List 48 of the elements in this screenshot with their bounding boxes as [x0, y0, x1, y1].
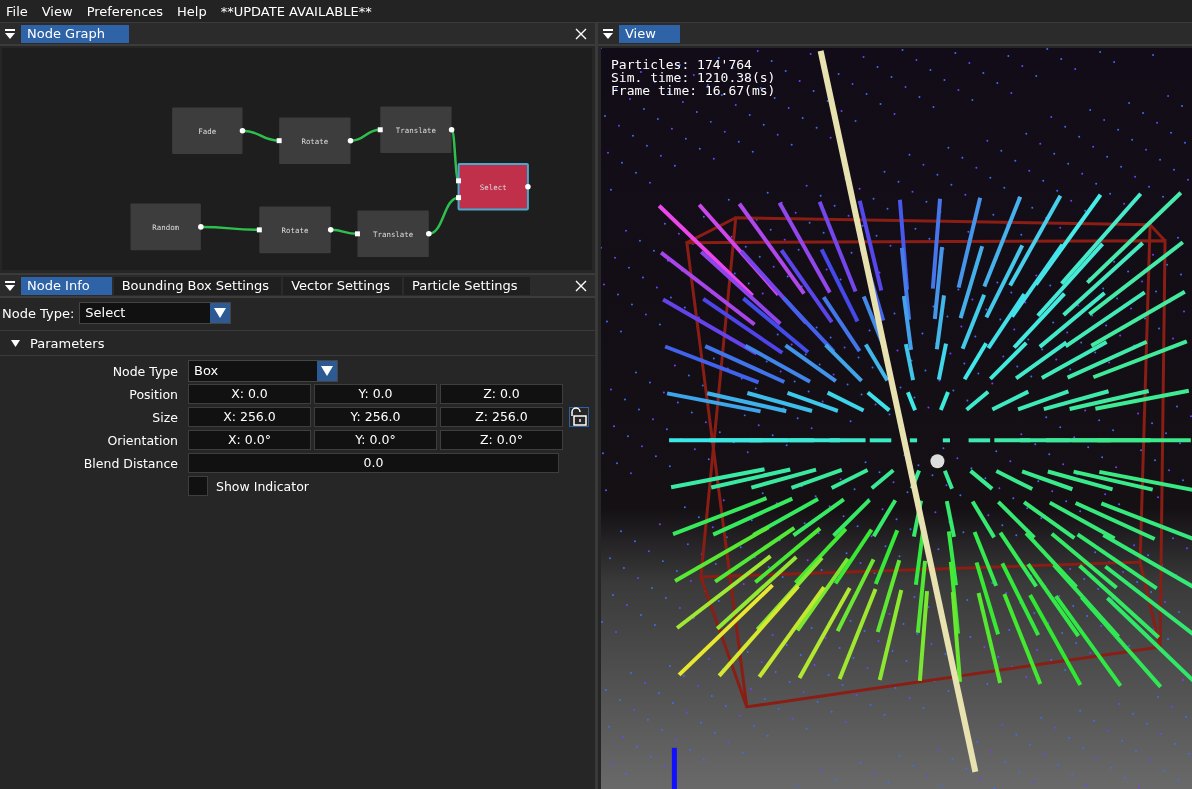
panel-tab[interactable]: View [619, 24, 680, 43]
expand-arrow-icon [11, 338, 20, 348]
menu-item[interactable]: File [6, 3, 28, 19]
number-field[interactable]: X: 0.0° [188, 430, 311, 450]
field-label: Position [128, 386, 179, 402]
field-label: Orientation [106, 432, 179, 448]
panel-tab[interactable]: Node Info [21, 276, 112, 295]
field-label: Node Type: [2, 305, 75, 321]
collapse-icon[interactable] [4, 27, 16, 40]
checkbox[interactable] [188, 476, 208, 496]
stats-text: Frame time: 16.67(ms) [611, 84, 776, 97]
number-field[interactable]: Z: 256.0 [440, 407, 563, 427]
connection-line [330, 228, 358, 236]
connection-line [428, 196, 459, 236]
dropdown-arrow-icon [321, 366, 333, 376]
number-field[interactable]: Y: 0.0° [314, 430, 437, 450]
field-label: Blend Distance [82, 455, 179, 471]
close-icon[interactable] [575, 279, 587, 292]
menu-item[interactable]: View [41, 3, 73, 19]
stats-text: Particles: 174'764 [611, 58, 753, 71]
connection-line [350, 128, 381, 142]
number-field[interactable]: Y: 0.0 [314, 384, 437, 404]
checkbox-label: Show Indicator [215, 478, 309, 494]
field-label: Node Type [111, 363, 179, 379]
dropdown-arrow-icon [214, 308, 227, 318]
number-field[interactable]: Z: 0.0° [440, 430, 563, 450]
collapse-icon[interactable] [4, 279, 16, 292]
section-header[interactable]: Parameters [0, 330, 595, 356]
number-field[interactable]: X: 0.0 [188, 384, 311, 404]
number-field[interactable]: Y: 256.0 [314, 407, 437, 427]
node-type-dropdown[interactable]: Select [79, 302, 232, 324]
number-field[interactable]: X: 256.0 [188, 407, 311, 427]
number-field[interactable]: Z: 0.0 [440, 384, 563, 404]
panel-tab[interactable]: Bounding Box Settings [113, 276, 282, 295]
field-label: Size [151, 409, 179, 425]
menu-item[interactable]: Help [177, 3, 207, 19]
connection-line [242, 129, 280, 142]
panel-tab[interactable]: Vector Settings [283, 276, 403, 295]
close-icon[interactable] [575, 27, 587, 40]
node-type-dropdown[interactable]: Box [188, 360, 338, 382]
number-field[interactable]: 0.0 [188, 453, 559, 473]
panel-tab[interactable]: Particle Settings [404, 276, 530, 295]
menu-item[interactable]: **UPDATE AVAILABLE** [220, 3, 372, 19]
panel-tab[interactable]: Node Graph [21, 24, 129, 43]
stats-text: Sim. time: 1210.38(s) [611, 71, 776, 84]
collapse-icon[interactable] [602, 27, 614, 40]
padlock-icon[interactable] [569, 407, 589, 427]
menu-item[interactable]: Preferences [86, 3, 164, 19]
